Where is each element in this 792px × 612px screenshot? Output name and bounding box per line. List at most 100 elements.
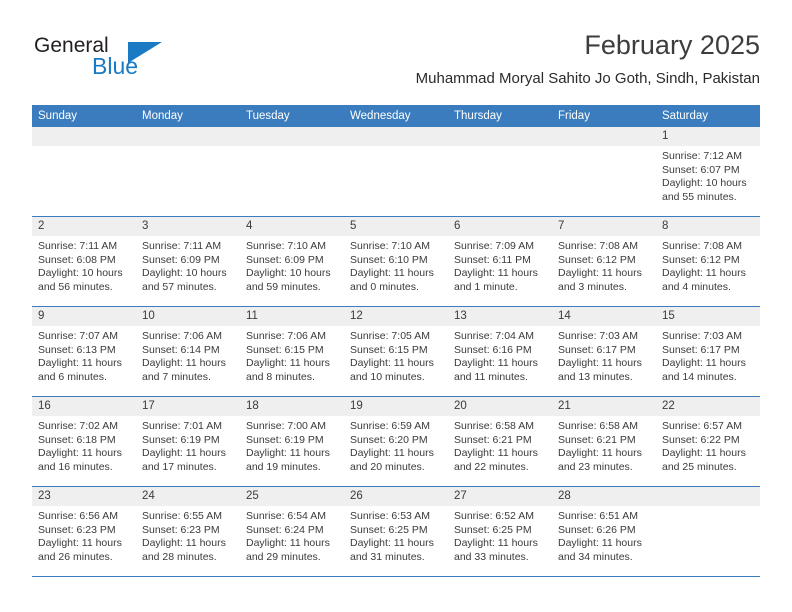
calendar-day-cell[interactable]: 8 Sunrise: 7:08 AM Sunset: 6:12 PM Daylight… bbox=[656, 216, 760, 307]
page-subtitle: Muhammad Moryal Sahito Jo Goth, Sindh, P… bbox=[415, 70, 760, 87]
daylight-text: Daylight: 11 hours and 23 minutes. bbox=[558, 447, 642, 473]
calendar-day-cell[interactable]: 26 Sunrise: 6:53 AM Sunset: 6:25 PM Dayligh… bbox=[344, 486, 448, 577]
calendar-body: 1 Sunrise: 7:12 AM Sunset: 6:07 PM Daylight… bbox=[32, 127, 760, 577]
day-cell-details bbox=[240, 146, 344, 150]
sunrise-text: Sunrise: 6:52 AM bbox=[454, 510, 534, 522]
sunrise-text: Sunrise: 7:06 AM bbox=[142, 330, 222, 342]
sunset-text: Sunset: 6:16 PM bbox=[454, 343, 532, 356]
calendar-day-cell[interactable]: 9 Sunrise: 7:07 AM Sunset: 6:13 PM Daylight… bbox=[32, 306, 136, 397]
sunrise-text: Sunrise: 6:58 AM bbox=[558, 420, 638, 432]
sunset-text: Sunset: 6:09 PM bbox=[142, 253, 220, 266]
calendar-day-cell[interactable]: 11 Sunrise: 7:06 AM Sunset: 6:15 PM Dayligh… bbox=[240, 306, 344, 397]
weekday-header-tuesday: Tuesday bbox=[240, 105, 344, 127]
day-number: 20 bbox=[448, 397, 552, 416]
calendar-day-cell[interactable]: 23 Sunrise: 6:56 AM Sunset: 6:23 PM Dayligh… bbox=[32, 486, 136, 577]
sunset-text: Sunset: 6:18 PM bbox=[38, 433, 116, 446]
calendar-day-cell[interactable]: 2 Sunrise: 7:11 AM Sunset: 6:08 PM Daylight… bbox=[32, 216, 136, 307]
daylight-text: Daylight: 11 hours and 31 minutes. bbox=[350, 537, 434, 563]
calendar-day-cell[interactable]: 27 Sunrise: 6:52 AM Sunset: 6:25 PM Dayligh… bbox=[448, 486, 552, 577]
calendar-week-row: 2 Sunrise: 7:11 AM Sunset: 6:08 PM Daylight… bbox=[32, 216, 760, 307]
calendar-day-cell[interactable]: 1 Sunrise: 7:12 AM Sunset: 6:07 PM Daylight… bbox=[656, 127, 760, 217]
calendar-day-cell[interactable]: 18 Sunrise: 7:00 AM Sunset: 6:19 PM Dayligh… bbox=[240, 396, 344, 487]
sunrise-text: Sunrise: 7:03 AM bbox=[558, 330, 638, 342]
sunset-text: Sunset: 6:17 PM bbox=[662, 343, 740, 356]
calendar-day-cell[interactable]: 10 Sunrise: 7:06 AM Sunset: 6:14 PM Dayligh… bbox=[136, 306, 240, 397]
day-cell-empty bbox=[240, 127, 344, 216]
sunrise-text: Sunrise: 7:01 AM bbox=[142, 420, 222, 432]
sunset-text: Sunset: 6:15 PM bbox=[246, 343, 324, 356]
calendar-day-cell[interactable]: 12 Sunrise: 7:05 AM Sunset: 6:15 PM Dayligh… bbox=[344, 306, 448, 397]
sunrise-text: Sunrise: 7:07 AM bbox=[38, 330, 118, 342]
calendar-day-cell[interactable]: 14 Sunrise: 7:03 AM Sunset: 6:17 PM Dayligh… bbox=[552, 306, 656, 397]
day-number: 4 bbox=[240, 217, 344, 236]
day-number: 8 bbox=[656, 217, 760, 236]
calendar-day-cell[interactable]: 17 Sunrise: 7:01 AM Sunset: 6:19 PM Dayligh… bbox=[136, 396, 240, 487]
day-cell-content: 28 Sunrise: 6:51 AM Sunset: 6:26 PM Dayligh… bbox=[552, 487, 656, 576]
calendar-day-cell[interactable]: 20 Sunrise: 6:58 AM Sunset: 6:21 PM Dayligh… bbox=[448, 396, 552, 487]
sunrise-text: Sunrise: 7:08 AM bbox=[662, 240, 742, 252]
day-cell-content: 8 Sunrise: 7:08 AM Sunset: 6:12 PM Daylight… bbox=[656, 217, 760, 306]
daylight-text: Daylight: 11 hours and 19 minutes. bbox=[246, 447, 330, 473]
daylight-text: Daylight: 11 hours and 17 minutes. bbox=[142, 447, 226, 473]
calendar-table: Sunday Monday Tuesday Wednesday Thursday… bbox=[32, 105, 760, 577]
day-cell-content: 18 Sunrise: 7:00 AM Sunset: 6:19 PM Dayligh… bbox=[240, 397, 344, 486]
sunset-text: Sunset: 6:15 PM bbox=[350, 343, 428, 356]
calendar-day-cell[interactable]: 22 Sunrise: 6:57 AM Sunset: 6:22 PM Dayligh… bbox=[656, 396, 760, 487]
calendar-day-cell[interactable]: 21 Sunrise: 6:58 AM Sunset: 6:21 PM Dayligh… bbox=[552, 396, 656, 487]
calendar-day-cell[interactable]: 3 Sunrise: 7:11 AM Sunset: 6:09 PM Daylight… bbox=[136, 216, 240, 307]
day-cell-empty bbox=[32, 127, 136, 216]
day-cell-content: 25 Sunrise: 6:54 AM Sunset: 6:24 PM Dayligh… bbox=[240, 487, 344, 576]
day-cell-content: 17 Sunrise: 7:01 AM Sunset: 6:19 PM Dayligh… bbox=[136, 397, 240, 486]
daylight-text: Daylight: 11 hours and 3 minutes. bbox=[558, 267, 642, 293]
daylight-text: Daylight: 11 hours and 20 minutes. bbox=[350, 447, 434, 473]
calendar-day-cell[interactable]: 13 Sunrise: 7:04 AM Sunset: 6:16 PM Dayligh… bbox=[448, 306, 552, 397]
calendar-day-cell[interactable]: 6 Sunrise: 7:09 AM Sunset: 6:11 PM Daylight… bbox=[448, 216, 552, 307]
page-header: General Blue February 2025 Muhammad Mory… bbox=[32, 28, 760, 94]
day-cell-details: Sunrise: 6:52 AM Sunset: 6:25 PM Daylight:… bbox=[448, 506, 552, 564]
sunrise-text: Sunrise: 6:59 AM bbox=[350, 420, 430, 432]
calendar-day-cell[interactable]: 4 Sunrise: 7:10 AM Sunset: 6:09 PM Daylight… bbox=[240, 216, 344, 307]
daylight-text: Daylight: 11 hours and 1 minute. bbox=[454, 267, 538, 293]
day-cell-details: Sunrise: 7:06 AM Sunset: 6:15 PM Daylight:… bbox=[240, 326, 344, 384]
calendar-day-cell[interactable]: 7 Sunrise: 7:08 AM Sunset: 6:12 PM Daylight… bbox=[552, 216, 656, 307]
day-cell-details: Sunrise: 7:10 AM Sunset: 6:09 PM Daylight:… bbox=[240, 236, 344, 294]
day-cell-content: 14 Sunrise: 7:03 AM Sunset: 6:17 PM Dayligh… bbox=[552, 307, 656, 396]
day-number: 24 bbox=[136, 487, 240, 506]
calendar-day-cell[interactable]: 5 Sunrise: 7:10 AM Sunset: 6:10 PM Daylight… bbox=[344, 216, 448, 307]
sunset-text: Sunset: 6:07 PM bbox=[662, 163, 740, 176]
day-cell-content: 24 Sunrise: 6:55 AM Sunset: 6:23 PM Dayligh… bbox=[136, 487, 240, 576]
calendar-day-cell[interactable]: 28 Sunrise: 6:51 AM Sunset: 6:26 PM Dayligh… bbox=[552, 486, 656, 577]
sunrise-text: Sunrise: 7:09 AM bbox=[454, 240, 534, 252]
sunrise-text: Sunrise: 6:58 AM bbox=[454, 420, 534, 432]
calendar-day-cell[interactable]: 15 Sunrise: 7:03 AM Sunset: 6:17 PM Dayligh… bbox=[656, 306, 760, 397]
day-number: 25 bbox=[240, 487, 344, 506]
daylight-text: Daylight: 11 hours and 7 minutes. bbox=[142, 357, 226, 383]
sunset-text: Sunset: 6:25 PM bbox=[350, 523, 428, 536]
day-cell-content: 3 Sunrise: 7:11 AM Sunset: 6:09 PM Daylight… bbox=[136, 217, 240, 306]
day-number: 27 bbox=[448, 487, 552, 506]
daylight-text: Daylight: 10 hours and 56 minutes. bbox=[38, 267, 123, 293]
daylight-text: Daylight: 11 hours and 26 minutes. bbox=[38, 537, 122, 563]
day-cell-details: Sunrise: 7:01 AM Sunset: 6:19 PM Daylight:… bbox=[136, 416, 240, 474]
calendar-day-cell[interactable]: 16 Sunrise: 7:02 AM Sunset: 6:18 PM Dayligh… bbox=[32, 396, 136, 487]
day-cell-content: 15 Sunrise: 7:03 AM Sunset: 6:17 PM Dayligh… bbox=[656, 307, 760, 396]
day-cell-content: 7 Sunrise: 7:08 AM Sunset: 6:12 PM Daylight… bbox=[552, 217, 656, 306]
sunset-text: Sunset: 6:10 PM bbox=[350, 253, 428, 266]
day-cell-content: 9 Sunrise: 7:07 AM Sunset: 6:13 PM Daylight… bbox=[32, 307, 136, 396]
weekday-header-sunday: Sunday bbox=[32, 105, 136, 127]
daylight-text: Daylight: 11 hours and 14 minutes. bbox=[662, 357, 746, 383]
day-number: 9 bbox=[32, 307, 136, 326]
day-cell-details bbox=[552, 146, 656, 150]
calendar-day-cell[interactable]: 24 Sunrise: 6:55 AM Sunset: 6:23 PM Dayligh… bbox=[136, 486, 240, 577]
day-cell-content: 1 Sunrise: 7:12 AM Sunset: 6:07 PM Daylight… bbox=[656, 127, 760, 216]
day-number bbox=[32, 127, 136, 146]
calendar-day-cell[interactable]: 25 Sunrise: 6:54 AM Sunset: 6:24 PM Dayligh… bbox=[240, 486, 344, 577]
day-cell-details: Sunrise: 7:10 AM Sunset: 6:10 PM Daylight:… bbox=[344, 236, 448, 294]
weekday-header-monday: Monday bbox=[136, 105, 240, 127]
daylight-text: Daylight: 11 hours and 25 minutes. bbox=[662, 447, 746, 473]
day-cell-details: Sunrise: 7:04 AM Sunset: 6:16 PM Daylight:… bbox=[448, 326, 552, 384]
day-cell-content: 16 Sunrise: 7:02 AM Sunset: 6:18 PM Dayligh… bbox=[32, 397, 136, 486]
day-cell-details: Sunrise: 7:07 AM Sunset: 6:13 PM Daylight:… bbox=[32, 326, 136, 384]
calendar-day-cell[interactable]: 19 Sunrise: 6:59 AM Sunset: 6:20 PM Dayligh… bbox=[344, 396, 448, 487]
calendar-week-row: 9 Sunrise: 7:07 AM Sunset: 6:13 PM Daylight… bbox=[32, 306, 760, 397]
